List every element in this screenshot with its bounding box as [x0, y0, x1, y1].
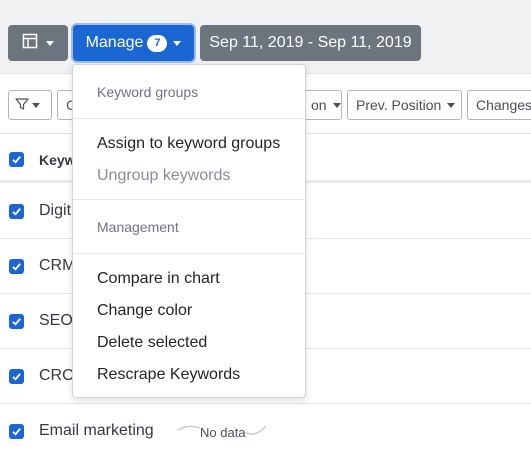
check-icon	[12, 156, 21, 164]
check-icon	[12, 208, 21, 216]
menu-divider	[73, 253, 305, 254]
manage-dropdown-menu: Keyword groups Assign to keyword groups …	[72, 64, 306, 398]
delete-selected-item[interactable]: Delete selected	[97, 334, 207, 352]
manage-button[interactable]: Manage 7	[73, 25, 194, 61]
selected-count-badge: 7	[147, 34, 168, 52]
table-icon	[22, 33, 38, 54]
check-icon	[12, 263, 21, 271]
select-all-checkbox[interactable]	[9, 152, 24, 167]
keyword-cell[interactable]: Email marketing	[39, 422, 154, 440]
view-toggle-button[interactable]	[8, 25, 68, 61]
row-checkbox[interactable]	[9, 314, 24, 329]
keyword-cell[interactable]: CRM	[39, 257, 75, 275]
management-header: Management	[97, 219, 179, 235]
no-data-label: No data	[200, 425, 246, 440]
row-checkbox[interactable]	[9, 259, 24, 274]
ungroup-keywords-item[interactable]: Ungroup keywords	[97, 167, 230, 185]
menu-divider	[73, 199, 305, 200]
changes-label: Changes	[476, 97, 531, 113]
row-checkbox[interactable]	[9, 424, 24, 439]
keyword-cell[interactable]: Digit	[39, 202, 71, 220]
menu-divider	[73, 118, 305, 119]
filter-icon	[15, 97, 29, 114]
keyword-cell[interactable]: CRO	[39, 367, 75, 385]
position-filter-label: on	[311, 97, 327, 113]
keyword-cell[interactable]: SEO	[39, 312, 73, 330]
compare-in-chart-item[interactable]: Compare in chart	[97, 270, 220, 288]
row-checkbox[interactable]	[9, 204, 24, 219]
keyword-column-header[interactable]: Keyw	[39, 152, 76, 168]
assign-to-groups-item[interactable]: Assign to keyword groups	[97, 135, 280, 153]
changes-filter[interactable]: Changes	[467, 90, 531, 120]
prev-position-filter[interactable]: Prev. Position	[347, 90, 462, 120]
keyword-groups-header: Keyword groups	[97, 84, 199, 100]
check-icon	[12, 373, 21, 381]
row-checkbox[interactable]	[9, 369, 24, 384]
chevron-down-icon	[332, 102, 341, 108]
change-color-item[interactable]: Change color	[97, 302, 192, 320]
chevron-down-icon	[447, 102, 456, 108]
date-range-button[interactable]: Sep 11, 2019 - Sep 11, 2019	[200, 25, 421, 61]
prev-position-label: Prev. Position	[356, 97, 442, 113]
rescrape-keywords-item[interactable]: Rescrape Keywords	[97, 366, 240, 384]
manage-label: Manage	[85, 34, 144, 51]
check-icon	[12, 428, 21, 436]
filter-button[interactable]	[8, 90, 52, 120]
toolbar: Manage 7 Sep 11, 2019 - Sep 11, 2019	[0, 0, 531, 74]
date-range-label: Sep 11, 2019 - Sep 11, 2019	[209, 34, 412, 51]
chevron-down-icon	[173, 40, 182, 46]
chevron-down-icon	[46, 40, 54, 46]
check-icon	[12, 318, 21, 326]
chevron-down-icon	[32, 102, 40, 108]
